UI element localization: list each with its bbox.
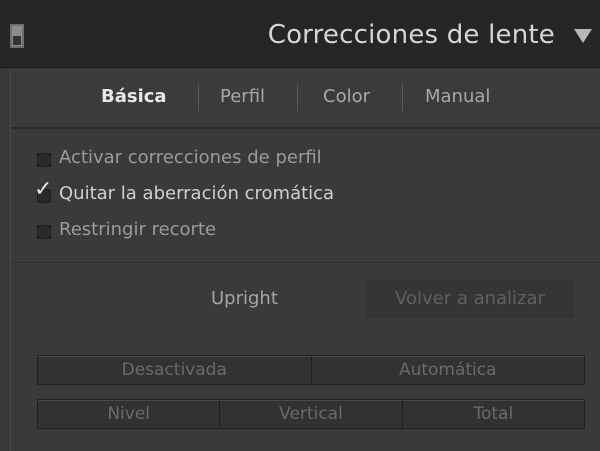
checkbox[interactable] [37, 153, 51, 167]
axis-button-total[interactable]: Total [401, 399, 585, 429]
tab-perfil[interactable]: Perfil [220, 86, 265, 107]
tab-separator [297, 84, 298, 111]
checkmark-icon: ✓ [34, 177, 53, 202]
mode-button-auto[interactable]: Automática [310, 355, 585, 385]
tabs-bar: Básica Perfil Color Manual [11, 69, 600, 129]
checkbox-label: Quitar la aberración cromática [59, 183, 335, 204]
mode-button-off[interactable]: Desactivada [37, 355, 312, 385]
reanalyze-button[interactable]: Volver a analizar [366, 280, 574, 318]
axis-button-vertical[interactable]: Vertical [219, 399, 403, 429]
tab-manual[interactable]: Manual [425, 86, 490, 107]
tab-separator [198, 84, 199, 111]
checkbox-label: Activar correcciones de perfil [59, 147, 322, 168]
upright-axis-buttons: Nivel Vertical Total [37, 399, 585, 429]
checkbox-group: Activar correcciones de perfil ✓ Quitar … [11, 129, 600, 259]
axis-button-level[interactable]: Nivel [37, 399, 221, 429]
panel-title: Correcciones de lente [267, 20, 555, 50]
panel-switch-icon[interactable] [10, 24, 24, 48]
panel-body: Básica Perfil Color Manual Activar corre… [10, 69, 600, 451]
lens-corrections-panel: Correcciones de lente Básica Perfil Colo… [0, 0, 600, 451]
upright-mode-buttons: Desactivada Automática [37, 355, 585, 385]
tab-basica[interactable]: Básica [101, 86, 167, 107]
triangle-down-icon[interactable] [574, 29, 592, 43]
upright-label: Upright [211, 288, 278, 309]
tab-separator [402, 84, 403, 111]
checkbox[interactable] [37, 225, 51, 239]
panel-header[interactable]: Correcciones de lente [0, 0, 600, 68]
checkbox-label: Restringir recorte [59, 219, 217, 240]
section-divider [11, 262, 600, 263]
tab-color[interactable]: Color [323, 86, 370, 107]
